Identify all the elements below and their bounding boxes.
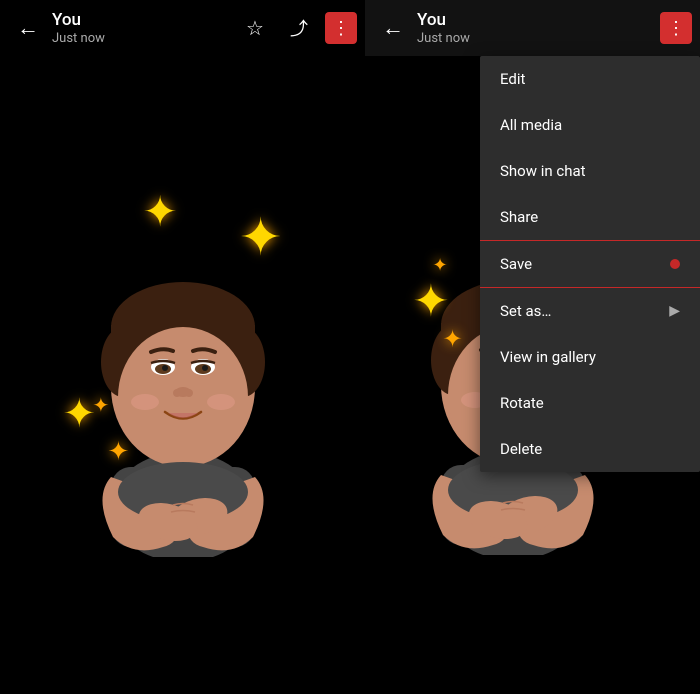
menu-delete-label: Delete <box>500 440 542 458</box>
header-left: ← You Just now <box>8 8 237 48</box>
right-sparkle-tiny-icon: ✦ <box>433 255 448 276</box>
left-panel: ← You Just now ☆ ⤴ ⋮ ✦ ✦ ✦ ✦ ✦ <box>0 0 365 694</box>
menu-show-in-chat-label: Show in chat <box>500 162 586 180</box>
menu-item-delete[interactable]: Delete <box>480 426 700 472</box>
avatar-container: ✦ ✦ ✦ ✦ ✦ <box>53 177 313 557</box>
menu-edit-label: Edit <box>500 70 525 88</box>
right-panel: ← You Just now ⋮ ✦ ✦ ✦ <box>365 0 700 694</box>
star-button[interactable]: ☆ <box>237 10 273 46</box>
header-actions: ☆ ⤴ ⋮ <box>237 10 357 46</box>
more-dots-icon: ⋮ <box>332 18 350 39</box>
header-title-group: You Just now <box>52 10 105 45</box>
star-icon: ☆ <box>246 16 264 40</box>
menu-share-label: Share <box>500 208 538 226</box>
menu-item-all-media[interactable]: All media <box>480 102 700 148</box>
right-sparkle-small-icon: ✦ <box>443 325 463 353</box>
menu-view-in-gallery-label: View in gallery <box>500 348 596 366</box>
menu-item-edit[interactable]: Edit <box>480 56 700 102</box>
save-dot-indicator <box>670 259 680 269</box>
right-header-title: You <box>417 10 470 30</box>
avatar-scene: ✦ ✦ ✦ ✦ ✦ <box>0 0 365 694</box>
menu-item-view-in-gallery[interactable]: View in gallery <box>480 334 700 380</box>
right-header: ← You Just now ⋮ <box>365 0 700 56</box>
right-header-left: ← You Just now <box>373 8 660 48</box>
right-header-subtitle: Just now <box>417 31 470 46</box>
memoji-avatar <box>83 197 283 557</box>
menu-all-media-label: All media <box>500 116 562 134</box>
menu-item-save[interactable]: Save <box>480 240 700 288</box>
menu-item-set-as[interactable]: Set as… ▶ <box>480 288 700 334</box>
right-back-arrow-icon: ← <box>382 15 404 41</box>
more-options-button[interactable]: ⋮ <box>325 12 357 44</box>
menu-item-rotate[interactable]: Rotate <box>480 380 700 426</box>
menu-rotate-label: Rotate <box>500 394 544 412</box>
menu-item-show-in-chat[interactable]: Show in chat <box>480 148 700 194</box>
right-more-options-button[interactable]: ⋮ <box>660 12 692 44</box>
header-subtitle: Just now <box>52 31 105 46</box>
share-icon: ⤴ <box>290 15 308 41</box>
header-title: You <box>52 10 105 30</box>
right-sparkle-left-icon: ✦ <box>413 275 450 327</box>
left-header: ← You Just now ☆ ⤴ ⋮ <box>0 0 365 56</box>
menu-save-label: Save <box>500 255 532 273</box>
right-header-title-group: You Just now <box>417 10 470 45</box>
back-button[interactable]: ← <box>8 8 48 48</box>
menu-item-share[interactable]: Share <box>480 194 700 240</box>
right-header-actions: ⋮ <box>660 12 692 44</box>
chevron-right-icon: ▶ <box>669 303 680 319</box>
menu-set-as-label: Set as… <box>500 302 551 320</box>
right-more-dots-icon: ⋮ <box>667 18 685 39</box>
right-back-button[interactable]: ← <box>373 8 413 48</box>
share-button[interactable]: ⤴ <box>281 10 317 46</box>
context-menu: Edit All media Show in chat Share Save S… <box>480 56 700 472</box>
back-arrow-icon: ← <box>17 15 39 41</box>
